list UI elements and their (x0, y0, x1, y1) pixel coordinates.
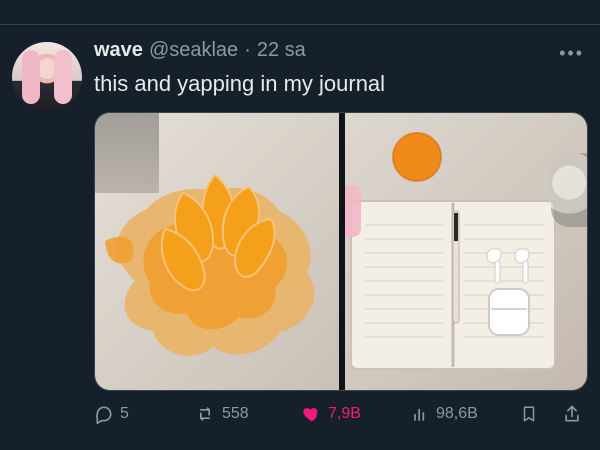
like-count: 7,9B (328, 405, 361, 422)
previous-tweet-actions: ⌒ ⌒ ⌒ ⌒ ⌒ ⌒ (0, 0, 600, 18)
media-grid[interactable] (94, 112, 588, 391)
repost-action[interactable]: 558 (194, 400, 249, 428)
like-action[interactable]: 7,9B (302, 400, 361, 428)
views-count: 98,6B (436, 405, 478, 422)
reply-count: 5 (120, 405, 129, 422)
analytics-icon[interactable]: ⌒ (414, 0, 430, 10)
tweet-text: this and yapping in my journal (94, 71, 386, 96)
reply-icon[interactable]: ⌒ (120, 0, 136, 10)
journal-photo[interactable] (345, 113, 587, 390)
avatar[interactable] (12, 42, 82, 112)
views-action[interactable]: 98,6B (410, 400, 478, 428)
journal-flatlay (350, 132, 556, 370)
share-icon[interactable]: ⌒ (565, 0, 581, 10)
pink-object (345, 185, 361, 237)
heart-icon (303, 408, 318, 422)
avatar-hair-left (22, 50, 40, 104)
bookmark-icon[interactable]: ⌒ (510, 0, 526, 10)
more-icon[interactable]: ••• (559, 43, 584, 64)
repost-count: 558 (222, 405, 249, 422)
drink-glass (551, 153, 587, 227)
display-name[interactable]: wave (94, 39, 143, 62)
heart-icon[interactable]: ⌒ (306, 0, 322, 10)
repost-icon (200, 407, 210, 421)
share-action[interactable] (562, 400, 582, 428)
tweet-header: wave @seaklae · 22 sa (94, 39, 306, 63)
analytics-icon (414, 409, 425, 421)
reply-icon (96, 406, 112, 424)
bookmark-action[interactable] (520, 400, 538, 428)
user-handle[interactable]: @seaklae (149, 39, 238, 62)
share-icon (565, 405, 579, 422)
tweet-actions: 5 558 7,9B 98,6B (94, 400, 586, 428)
bookmark-icon (523, 406, 535, 422)
tangerine-photo[interactable] (95, 113, 339, 390)
reply-action[interactable]: 5 (94, 400, 129, 428)
separator-dot: · (244, 39, 251, 61)
timestamp[interactable]: 22 sa (257, 39, 306, 62)
avatar-hair-right (54, 50, 72, 104)
repost-icon[interactable]: ⌒ (205, 0, 221, 10)
tweet[interactable]: wave @seaklae · 22 sa ••• this and yappi… (0, 25, 600, 450)
shadow (95, 113, 159, 193)
